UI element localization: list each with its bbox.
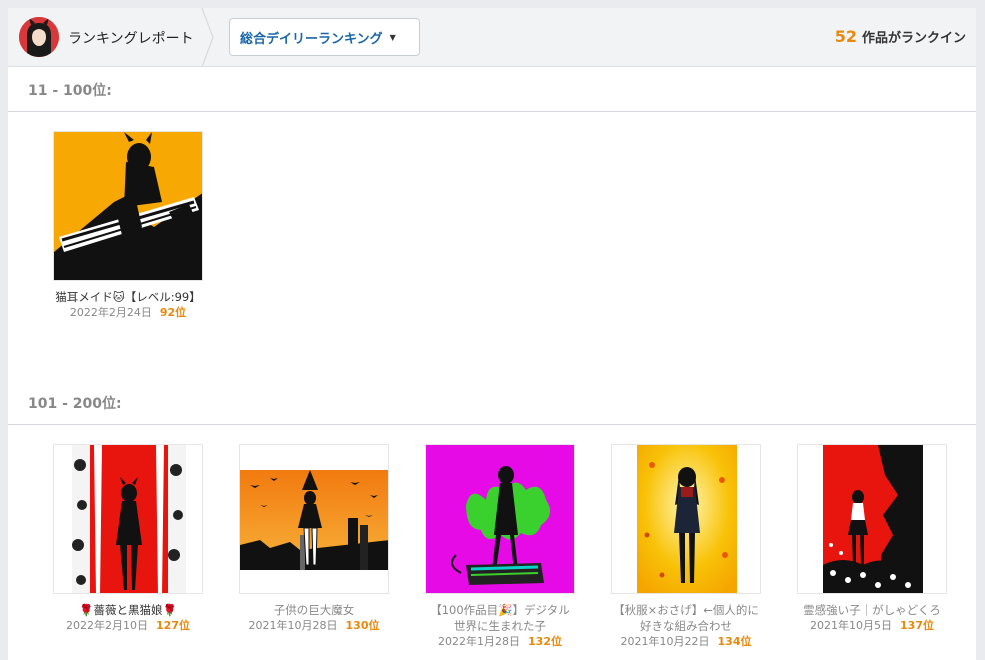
section-heading-text: 101 - 200位: [28, 396, 122, 412]
artwork-date: 2021年10月5日 [810, 619, 893, 632]
artwork-rank: 130位 [345, 619, 380, 632]
ranking-card[interactable]: 🌹薔薇と黒猫娘🌹 2022年2月10日 127位 [35, 444, 221, 634]
artwork-rank: 127位 [156, 619, 190, 632]
section-heading: 11 - 100位: [8, 67, 976, 112]
artwork-meta: 2022年2月10日 127位 [35, 618, 221, 634]
ranking-card[interactable]: 霊感強い子｜がしゃどくろ 2021年10月5日 137位 [779, 444, 965, 634]
artwork-date: 2022年1月28日 [438, 635, 521, 648]
ranking-card[interactable]: 子供の巨大魔女 2021年10月28日 130位 [221, 444, 407, 634]
ranking-header: ランキングレポート 総合デイリーランキング ▼ 52 作品がランクイン [8, 8, 976, 67]
artwork-date: 2021年10月28日 [248, 619, 338, 632]
artwork-meta: 2021年10月5日 137位 [779, 618, 965, 634]
artwork-title-line: 【秋服×おさげ】←個人的に [613, 603, 759, 617]
artwork-thumbnail[interactable] [425, 444, 575, 594]
artwork-meta: 2022年2月24日 92位 [35, 305, 221, 321]
artwork-title[interactable]: 霊感強い子｜がしゃどくろ [779, 602, 965, 618]
artwork-thumbnail[interactable] [53, 131, 203, 281]
artwork-title[interactable]: 【100作品目🎉】デジタル 世界に生まれた子 [407, 602, 593, 634]
artwork-rank: 137位 [900, 619, 934, 632]
ranking-panel: 11 - 100位: 猫耳メイド🐱【レベル:99】 2022年2月24日 92位 … [8, 67, 976, 660]
artwork-meta: 2021年10月28日 130位 [221, 618, 407, 634]
ranking-type-dropdown[interactable]: 総合デイリーランキング ▼ [229, 18, 420, 56]
chevron-right-icon [201, 8, 217, 67]
ranking-card[interactable]: 【100作品目🎉】デジタル 世界に生まれた子 2022年1月28日 132位 [407, 444, 593, 650]
ranked-count-number: 52 [834, 27, 857, 46]
artwork-title-line: 好きな組み合わせ [640, 619, 732, 633]
app-title: ランキングレポート [68, 31, 194, 47]
artwork-date: 2022年2月10日 [66, 619, 149, 632]
section-heading: 101 - 200位: [8, 380, 976, 425]
section-heading-text: 11 - 100位: [28, 83, 112, 99]
artwork-title[interactable]: 【秋服×おさげ】←個人的に 好きな組み合わせ [593, 602, 779, 634]
artwork-meta: 2021年10月22日 134位 [593, 634, 779, 650]
artwork-title[interactable]: 🌹薔薇と黒猫娘🌹 [35, 602, 221, 618]
artwork-date: 2022年2月24日 [69, 306, 152, 319]
ranked-works-count: 52 作品がランクイン [835, 27, 966, 46]
artwork-rank: 92位 [159, 306, 187, 319]
artwork-thumbnail[interactable] [797, 444, 947, 594]
artwork-thumbnail[interactable] [53, 444, 203, 594]
artwork-date: 2021年10月22日 [620, 635, 710, 648]
artwork-title[interactable]: 子供の巨大魔女 [221, 602, 407, 618]
ranking-card[interactable]: 【秋服×おさげ】←個人的に 好きな組み合わせ 2021年10月22日 134位 [593, 444, 779, 650]
ranking-card[interactable]: 猫耳メイド🐱【レベル:99】 2022年2月24日 92位 [35, 131, 221, 321]
artwork-rank: 134位 [717, 635, 752, 648]
caret-down-icon: ▼ [389, 32, 396, 42]
dropdown-label: 総合デイリーランキング [240, 31, 383, 47]
artwork-thumbnail[interactable] [239, 444, 389, 594]
artwork-title-line: 世界に生まれた子 [454, 619, 546, 633]
artwork-thumbnail[interactable] [611, 444, 761, 594]
avatar[interactable] [19, 17, 59, 57]
artwork-rank: 132位 [528, 635, 562, 648]
artwork-title[interactable]: 猫耳メイド🐱【レベル:99】 [35, 289, 221, 305]
artwork-meta: 2022年1月28日 132位 [407, 634, 593, 650]
artwork-title-line: 【100作品目🎉】デジタル [430, 603, 570, 617]
ranked-count-suffix: 作品がランクイン [861, 31, 966, 46]
